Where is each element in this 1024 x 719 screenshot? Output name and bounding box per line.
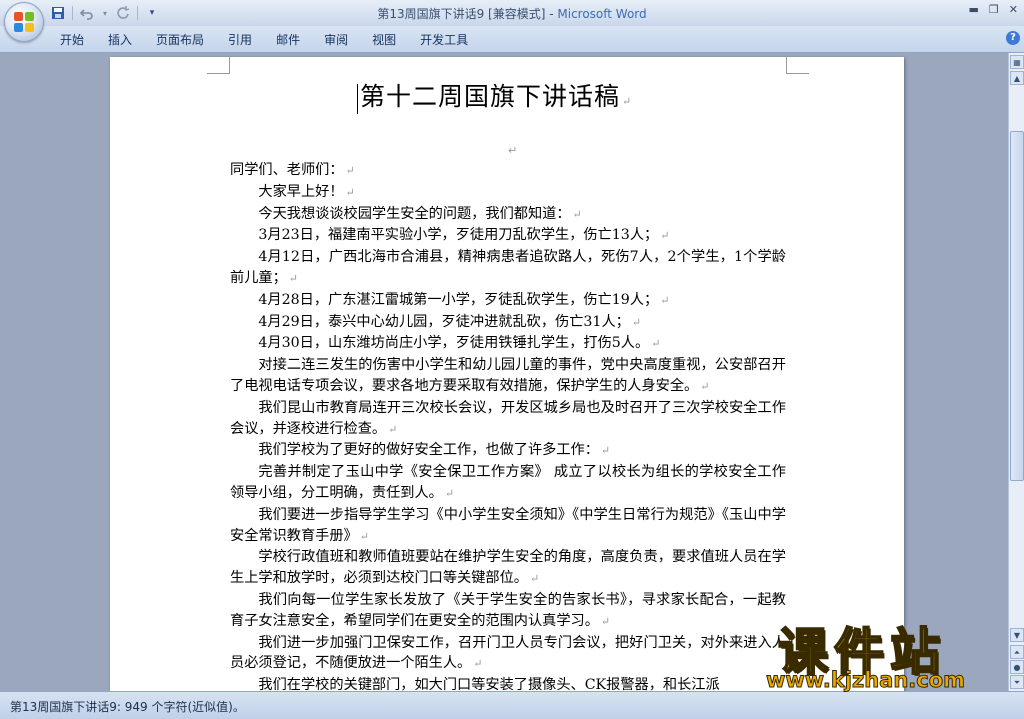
paragraph: 今天我想谈谈校园学生安全的问题，我们都知道： ↵: [258, 205, 582, 222]
window-title-document: 第13周国旗下讲话9 [兼容模式] -: [377, 7, 558, 21]
paragraph: 3月23日，福建南平实验小学，歹徒用刀乱砍学生，伤亡13人； ↵: [258, 227, 670, 244]
window-controls: ▬ ❐ ✕: [969, 3, 1019, 16]
help-icon[interactable]: ?: [1006, 31, 1020, 45]
paragraph: 4月30日，山东潍坊尚庄小学，歹徒用铁锤扎学生，打伤5人。 ↵: [258, 335, 661, 352]
watermark-url: www.kjzhan.com: [765, 668, 966, 693]
office-logo-icon: [14, 12, 34, 32]
scroll-up-icon[interactable]: ▲: [1010, 71, 1024, 85]
minimize-icon[interactable]: ▬: [969, 3, 979, 16]
paragraph: 对接二连三发生的伤害中小学生和幼儿园儿童的事件，党中央高度重视，公安部召开了电视…: [230, 357, 786, 394]
tab-mailings[interactable]: 邮件: [264, 31, 312, 49]
paragraph-mark-icon: ↵: [508, 144, 518, 157]
paragraph: 同学们、老师们： ↵: [230, 162, 355, 178]
paragraph-mark-icon: ↵: [622, 95, 633, 108]
scrollbar-thumb[interactable]: [1010, 131, 1024, 481]
tab-home[interactable]: 开始: [48, 31, 96, 49]
close-icon[interactable]: ✕: [1009, 3, 1018, 16]
paragraph: 我们进一步加强门卫保安工作，召开门卫人员专门会议，把好门卫关，对外来进入人员必须…: [230, 634, 786, 672]
window-title: 第13周国旗下讲话9 [兼容模式] - Microsoft Word: [0, 5, 1024, 22]
paragraph: 我们在学校的关键部门，如大门口等安装了摄像头、CK报警器，和长江派: [258, 677, 720, 691]
window-title-app: Microsoft Word: [557, 7, 647, 21]
paragraph: 我们向每一位学生家长发放了《关于学生安全的告家长书》，寻求家长配合，一起教育子女…: [230, 591, 786, 629]
tab-view[interactable]: 视图: [360, 31, 408, 49]
ruler-toggle-icon[interactable]: ▦: [1010, 55, 1024, 69]
paragraph: 完善并制定了玉山中学《安全保卫工作方案》 成立了以校长为组长的学校安全工作领导小…: [230, 464, 786, 501]
document-page[interactable]: 第十二周国旗下讲话稿 ↵ ↵ 同学们、老师们： ↵ 大家早上好！ ↵ 今天我想谈谈校园…: [110, 57, 904, 691]
title-bar: ▾ ▾ 第13周国旗下讲话9 [兼容模式] - Microsoft Word ▬…: [0, 0, 1024, 27]
office-button[interactable]: [4, 2, 44, 42]
browse-object-icon[interactable]: ●: [1010, 660, 1024, 674]
previous-page-icon[interactable]: ⏶: [1010, 645, 1024, 659]
tab-developer[interactable]: 开发工具: [408, 31, 480, 49]
paragraph: 我们学校为了更好的做好安全工作，也做了许多工作： ↵: [258, 442, 611, 459]
paragraph: 我们要进一步指导学生学习《中小学生安全须知》《中学生日常行为规范》《玉山中学安全…: [230, 506, 786, 544]
page-corner-mark: [786, 57, 809, 74]
scroll-down-icon[interactable]: ▼: [1010, 628, 1024, 642]
vertical-scrollbar[interactable]: ▦ ▲ ▼ ⏶ ● ⏷: [1008, 53, 1024, 691]
document-title[interactable]: 第十二周国旗下讲话稿 ↵: [357, 77, 632, 114]
ribbon-tabs: 开始 插入 页面布局 引用 邮件 审阅 视图 开发工具: [48, 31, 480, 49]
word-count-status[interactable]: 第13周国旗下讲话9: 949 个字符(近似值)。: [10, 698, 245, 715]
tab-references[interactable]: 引用: [216, 31, 264, 49]
paragraph: 学校行政值班和教师值班要站在维护学生安全的角度，高度负责，要求值班人员在学生上学…: [230, 549, 786, 587]
document-workspace: 第十二周国旗下讲话稿 ↵ ↵ 同学们、老师们： ↵ 大家早上好！ ↵ 今天我想谈谈校园…: [0, 53, 1008, 691]
next-page-icon[interactable]: ⏷: [1010, 675, 1024, 689]
paragraph: 大家早上好！ ↵: [258, 183, 355, 200]
paragraph: 4月28日，广东湛江雷城第一小学，歹徒乱砍学生，伤亡19人； ↵: [258, 291, 670, 308]
status-bar: 第13周国旗下讲话9: 949 个字符(近似值)。: [0, 691, 1024, 719]
tab-insert[interactable]: 插入: [96, 31, 144, 49]
paragraph: 4月29日，泰兴中心幼儿园，歹徒冲进就乱砍，伤亡31人； ↵: [258, 313, 642, 330]
ribbon: 开始 插入 页面布局 引用 邮件 审阅 视图 开发工具 ?: [0, 26, 1024, 53]
document-title-text: 第十二周国旗下讲话稿: [360, 82, 621, 111]
page-corner-mark: [207, 57, 230, 74]
restore-icon[interactable]: ❐: [989, 3, 999, 16]
paragraph: 我们昆山市教育局连开三次校长会议，开发区城乡局也及时召开了三次学校安全工作会议，…: [230, 399, 786, 437]
tab-review[interactable]: 审阅: [312, 31, 360, 49]
paragraph: 4月12日，广西北海市合浦县，精神病患者追砍路人，死伤7人，2个学生，1个学龄前…: [230, 249, 786, 286]
text-cursor: [357, 83, 358, 114]
tab-page-layout[interactable]: 页面布局: [144, 31, 216, 49]
document-body[interactable]: 同学们、老师们： ↵ 大家早上好！ ↵ 今天我想谈谈校园学生安全的问题，我们都知道：…: [230, 160, 786, 691]
